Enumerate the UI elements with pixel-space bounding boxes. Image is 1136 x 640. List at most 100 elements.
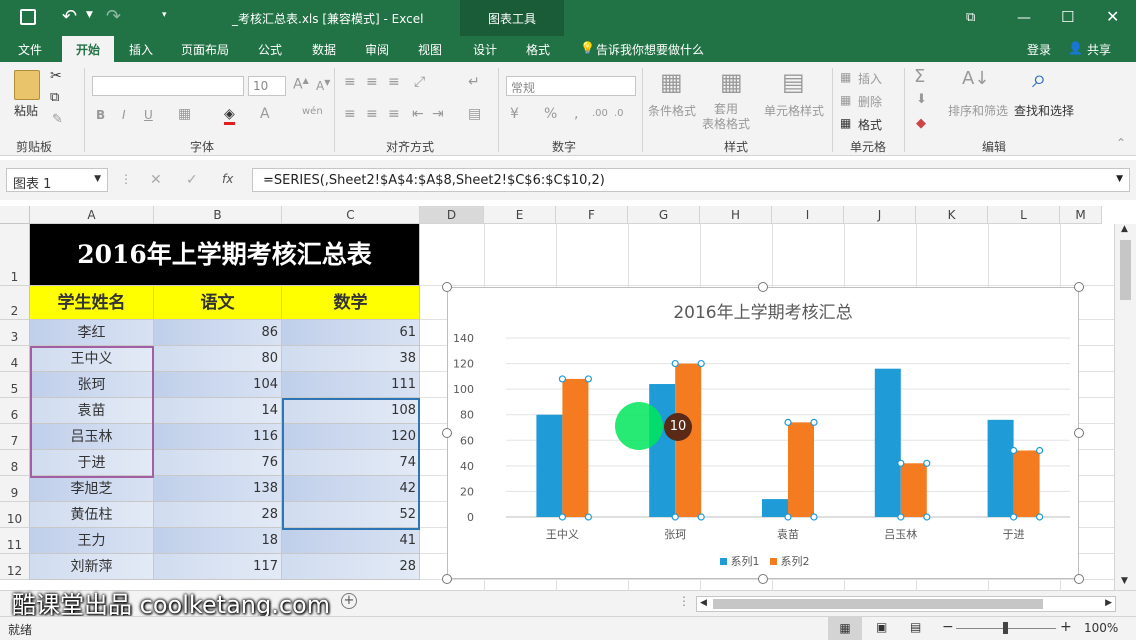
grow-font-icon[interactable]: A▲ [293, 76, 309, 93]
tell-me-box[interactable]: 告诉我你想要做什么 [596, 41, 704, 58]
decrease-indent-icon[interactable]: ⇤ [412, 106, 424, 122]
column-header[interactable]: G [628, 206, 700, 224]
bar-series2[interactable] [562, 378, 589, 517]
series-selection-handle[interactable] [897, 459, 905, 467]
series-selection-handle[interactable] [697, 359, 705, 368]
cell-style-icon[interactable]: ▤ [782, 68, 805, 96]
chinese-score-cell[interactable]: 138 [154, 476, 282, 502]
student-name-cell[interactable]: 黄伍柱 [30, 502, 154, 528]
zoom-out-button[interactable]: − [942, 619, 954, 635]
number-format-combo[interactable]: 常规 [506, 76, 636, 96]
bold-button[interactable]: B [96, 108, 105, 122]
bar-series1[interactable] [536, 414, 563, 517]
column-header[interactable]: M [1060, 206, 1102, 224]
cond-format-icon[interactable]: ▦ [660, 68, 683, 96]
series-selection-handle[interactable] [697, 513, 705, 521]
bar-series1[interactable] [987, 419, 1014, 517]
scroll-down-icon[interactable]: ▼ [1121, 576, 1128, 586]
share-button[interactable]: 共享 [1087, 41, 1111, 58]
header-name-cell[interactable]: 学生姓名 [30, 286, 154, 320]
column-header[interactable]: K [916, 206, 988, 224]
ribbon-display-icon[interactable]: ⧉ [966, 10, 975, 25]
header-math-cell[interactable]: 数学 [282, 286, 420, 320]
cell-style-button[interactable]: 单元格样式 [764, 102, 824, 119]
chart-resize-handle[interactable] [1074, 282, 1084, 292]
cut-icon[interactable]: ✂ [50, 68, 62, 84]
row-header[interactable]: 2 [0, 286, 30, 320]
chart-resize-handle[interactable] [1074, 428, 1084, 438]
row-header[interactable]: 5 [0, 372, 30, 398]
phonetic-button[interactable]: wén [302, 106, 323, 117]
undo-icon[interactable]: ↶ [62, 6, 77, 27]
currency-icon[interactable]: ¥ [510, 106, 519, 122]
series-selection-handle[interactable] [1035, 513, 1044, 521]
row-header[interactable]: 7 [0, 424, 30, 450]
page-break-view-button[interactable]: ▤ [910, 620, 921, 634]
add-sheet-icon[interactable]: + [341, 593, 357, 609]
row-header[interactable]: 4 [0, 346, 30, 372]
chinese-score-cell[interactable]: 76 [154, 450, 282, 476]
row-header[interactable]: 8 [0, 450, 30, 476]
table-title-cell[interactable]: 2016年上学期考核汇总表 [30, 224, 420, 286]
login-link[interactable]: 登录 [1027, 41, 1051, 58]
horizontal-scrollbar[interactable]: ◀ ▶ [696, 596, 1116, 612]
copy-icon[interactable]: ⧉ [50, 90, 59, 105]
chinese-score-cell[interactable]: 86 [154, 320, 282, 346]
scroll-right-icon[interactable]: ▶ [1105, 598, 1112, 608]
close-icon[interactable]: ✕ [1106, 7, 1119, 26]
wrap-text-icon[interactable]: ↵ [468, 74, 480, 90]
name-box[interactable]: 图表 1 ▼ [6, 168, 108, 192]
series-selection-handle[interactable] [1009, 446, 1018, 455]
bar-series1[interactable] [649, 384, 676, 517]
underline-button[interactable]: U [144, 108, 153, 122]
decrease-decimal-icon[interactable]: .0 [614, 108, 624, 119]
chart-resize-handle[interactable] [758, 282, 768, 292]
chevron-down-icon[interactable]: ▼ [94, 174, 101, 184]
cond-format-button[interactable]: 条件格式 [648, 102, 696, 119]
column-header[interactable]: H [700, 206, 772, 224]
student-name-cell[interactable]: 刘新萍 [30, 554, 154, 580]
tab-file[interactable]: 文件 [18, 41, 42, 58]
find-select-button[interactable]: 查找和选择 [1014, 102, 1074, 119]
paste-button[interactable]: 粘贴 [14, 102, 38, 119]
row-header[interactable]: 1 [0, 224, 30, 286]
column-header[interactable]: D [420, 206, 484, 224]
row-header[interactable]: 12 [0, 554, 30, 580]
format-cells-button[interactable]: 格式 [858, 116, 882, 133]
tab-data[interactable]: 数据 [312, 41, 336, 58]
align-center-icon[interactable]: ≡ [366, 106, 378, 122]
align-top-icon[interactable]: ≡ [344, 74, 356, 90]
vertical-scrollbar[interactable]: ▲ ▼ [1114, 224, 1136, 590]
redo-icon[interactable]: ↷ [106, 6, 121, 27]
autosum-icon[interactable]: Σ [914, 66, 925, 87]
chart-legend[interactable]: 系列1 系列2 [720, 553, 810, 569]
tab-design[interactable]: 设计 [473, 41, 497, 58]
table-format-icon[interactable]: ▦ [720, 68, 743, 96]
student-name-cell[interactable]: 王力 [30, 528, 154, 554]
enter-icon[interactable]: ✓ [186, 172, 198, 188]
scroll-left-icon[interactable]: ◀ [700, 598, 707, 608]
scroll-up-icon[interactable]: ▲ [1121, 224, 1128, 234]
normal-view-button[interactable]: ▦ [828, 617, 862, 640]
align-bottom-icon[interactable]: ≡ [388, 74, 400, 90]
minimize-icon[interactable]: — [1017, 10, 1031, 26]
series-selection-handle[interactable] [810, 513, 818, 521]
series-selection-handle[interactable] [784, 513, 792, 521]
fill-icon[interactable]: ⬇ [916, 92, 927, 107]
chinese-score-cell[interactable]: 104 [154, 372, 282, 398]
italic-button[interactable]: I [122, 108, 126, 122]
border-icon[interactable]: ▦ [178, 106, 191, 122]
font-size-combo[interactable]: 10 [248, 76, 286, 96]
series-selection-handle[interactable] [1009, 513, 1018, 521]
series-selection-handle[interactable] [671, 359, 679, 368]
zoom-in-button[interactable]: + [1060, 619, 1072, 635]
font-color-icon[interactable]: A [260, 106, 270, 122]
math-score-cell[interactable]: 111 [282, 372, 420, 398]
comma-icon[interactable]: , [574, 106, 578, 122]
series-selection-handle[interactable] [584, 513, 592, 521]
tab-page-layout[interactable]: 页面布局 [181, 41, 229, 58]
chart-resize-handle[interactable] [758, 574, 768, 584]
h-scroll-thumb[interactable] [713, 599, 1043, 609]
math-score-cell[interactable]: 41 [282, 528, 420, 554]
math-score-cell[interactable]: 108 [282, 398, 420, 424]
